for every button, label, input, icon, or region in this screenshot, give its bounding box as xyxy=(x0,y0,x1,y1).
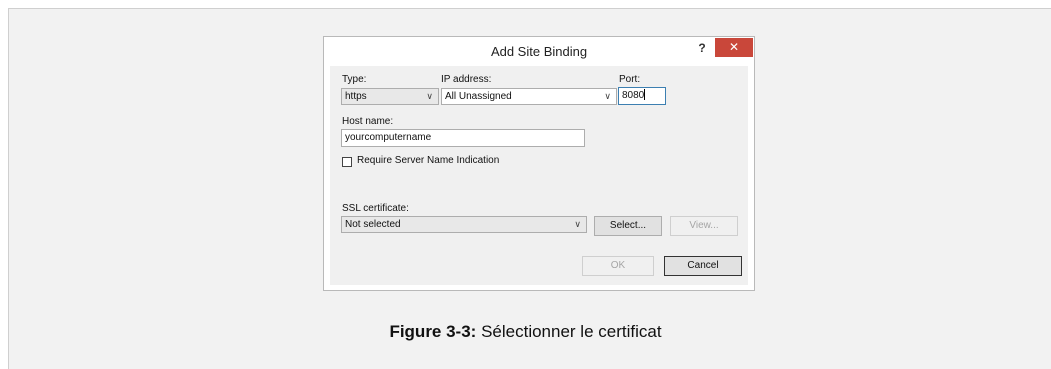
figure-caption: Figure 3-3: Sélectionner le certificat xyxy=(0,322,1051,342)
chevron-down-icon: ∨ xyxy=(426,91,433,101)
ip-address-select[interactable]: All Unassigned ∨ xyxy=(441,88,617,105)
host-name-label: Host name: xyxy=(342,116,394,127)
ip-address-select-value: All Unassigned xyxy=(445,91,512,102)
close-button[interactable]: ✕ xyxy=(715,38,753,57)
ssl-certificate-label: SSL certificate: xyxy=(342,203,409,214)
cancel-button[interactable]: Cancel xyxy=(664,256,742,276)
figure-frame: Add Site Binding ? ✕ Type: https ∨ IP ad… xyxy=(8,8,1051,369)
host-name-field[interactable]: yourcomputername xyxy=(341,129,585,147)
ok-button[interactable]: OK xyxy=(582,256,654,276)
type-select-value: https xyxy=(345,91,367,102)
help-button[interactable]: ? xyxy=(691,39,713,57)
select-certificate-button[interactable]: Select... xyxy=(594,216,662,236)
type-select[interactable]: https ∨ xyxy=(341,88,439,105)
host-name-field-value: yourcomputername xyxy=(345,132,432,143)
figure-caption-prefix: Figure 3-3: xyxy=(389,322,477,341)
add-site-binding-dialog: Add Site Binding ? ✕ Type: https ∨ IP ad… xyxy=(323,36,755,291)
figure-caption-text: Sélectionner le certificat xyxy=(476,322,662,341)
ssl-certificate-select-value: Not selected xyxy=(345,219,401,230)
port-field[interactable]: 8080 xyxy=(618,87,666,105)
chevron-down-icon: ∨ xyxy=(604,91,611,101)
sni-checkbox[interactable] xyxy=(342,157,352,167)
view-certificate-button[interactable]: View... xyxy=(670,216,738,236)
dialog-titlebar: Add Site Binding ? ✕ xyxy=(324,37,754,67)
text-caret xyxy=(644,89,646,100)
sni-checkbox-label: Require Server Name Indication xyxy=(357,155,500,166)
port-field-value: 8080 xyxy=(622,90,645,101)
dialog-title: Add Site Binding xyxy=(490,44,588,59)
port-label: Port: xyxy=(619,74,641,85)
ip-address-label: IP address: xyxy=(441,74,492,85)
chevron-down-icon: ∨ xyxy=(574,219,581,229)
type-label: Type: xyxy=(342,74,367,85)
dialog-body: Type: https ∨ IP address: All Unassigned… xyxy=(330,66,748,285)
ssl-certificate-select[interactable]: Not selected ∨ xyxy=(341,216,587,233)
